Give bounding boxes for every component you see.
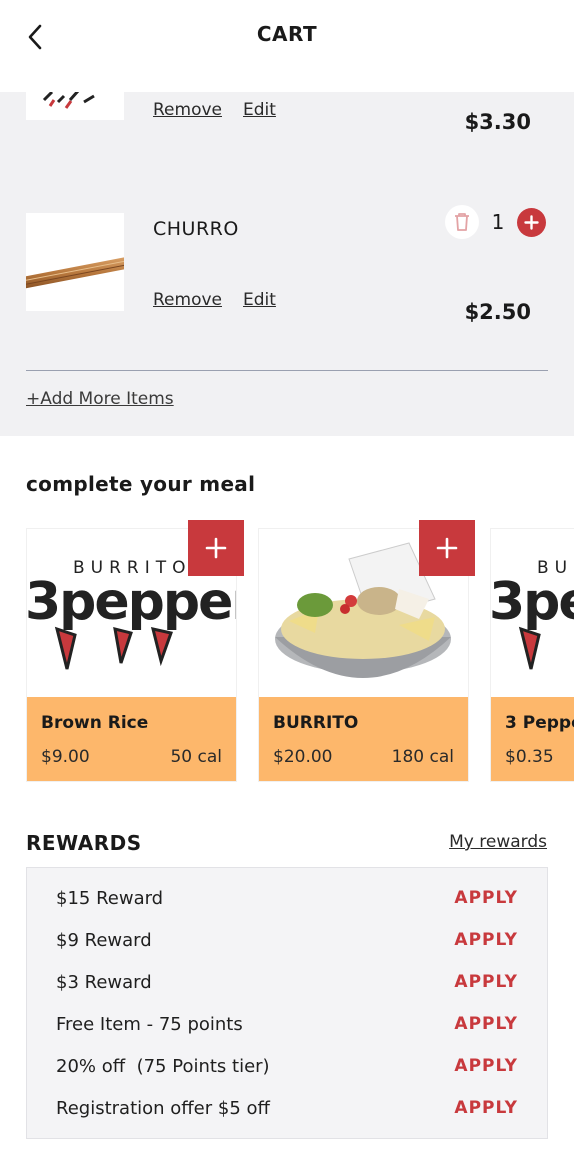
reward-row: Free Item - 75 points APPLY xyxy=(27,1004,547,1046)
apply-button[interactable]: APPLY xyxy=(454,1056,518,1076)
edit-link[interactable]: Edit xyxy=(243,100,276,120)
product-calories: 180 cal xyxy=(391,747,454,767)
item-image xyxy=(26,213,124,311)
product-calories: 50 cal xyxy=(170,747,222,767)
trash-icon xyxy=(455,213,469,231)
item-price: $3.30 xyxy=(464,110,531,134)
apply-button[interactable]: APPLY xyxy=(454,930,518,950)
apply-button[interactable]: APPLY xyxy=(454,888,518,908)
svg-text:3pepper: 3pepper xyxy=(491,572,574,632)
burrito-3pepper-logo: BURRITO 3pepper xyxy=(491,558,574,670)
apply-button[interactable]: APPLY xyxy=(454,972,518,992)
item-name: CHURRO xyxy=(153,218,239,240)
product-info: 3 Peppe $0.35 xyxy=(491,697,574,781)
rewards-list: $15 Reward APPLY $9 Reward APPLY $3 Rewa… xyxy=(26,867,548,1139)
reward-label: $9 Reward xyxy=(56,930,152,951)
remove-link[interactable]: Remove xyxy=(153,100,222,120)
reward-label: Registration offer $5 off xyxy=(56,1098,270,1119)
my-rewards-link[interactable]: My rewards xyxy=(449,832,547,852)
cart-item: Remove Edit $3.30 xyxy=(0,92,574,176)
item-image xyxy=(26,92,124,120)
app-header: CART xyxy=(0,0,574,92)
product-name: BURRITO xyxy=(273,713,359,733)
upsell-carousel[interactable]: BURRITO 3pepper Brown Rice $9.00 50 cal xyxy=(0,520,574,782)
item-price: $2.50 xyxy=(464,300,531,324)
quantity-stepper: 1 xyxy=(445,205,546,239)
delete-button[interactable] xyxy=(445,205,479,239)
remove-link[interactable]: Remove xyxy=(153,290,222,310)
add-to-cart-button[interactable] xyxy=(419,520,475,576)
svg-text:3pepper: 3pepper xyxy=(27,572,236,632)
edit-link[interactable]: Edit xyxy=(243,290,276,310)
product-name: 3 Peppe xyxy=(505,713,574,733)
apply-button[interactable]: APPLY xyxy=(454,1098,518,1118)
product-info: BURRITO $20.00 180 cal xyxy=(259,697,468,781)
quantity-value: 1 xyxy=(491,210,505,234)
add-to-cart-button[interactable] xyxy=(188,520,244,576)
reward-label: $3 Reward xyxy=(56,972,152,993)
reward-label: Free Item - 75 points xyxy=(56,1014,243,1035)
upsell-title: complete your meal xyxy=(26,472,256,496)
product-info: Brown Rice $9.00 50 cal xyxy=(27,697,236,781)
reward-row: $15 Reward APPLY xyxy=(27,878,547,920)
reward-row: $9 Reward APPLY xyxy=(27,920,547,962)
product-price: $20.00 xyxy=(273,747,333,767)
reward-label: 20% off (75 Points tier) xyxy=(56,1056,270,1077)
plus-icon xyxy=(205,537,227,559)
increase-quantity-button[interactable] xyxy=(517,207,546,237)
page-title: CART xyxy=(256,22,318,46)
divider xyxy=(26,370,548,371)
apply-button[interactable]: APPLY xyxy=(454,1014,518,1034)
reward-label: $15 Reward xyxy=(56,888,164,909)
rewards-title: REWARDS xyxy=(26,831,142,855)
reward-row: Registration offer $5 off APPLY xyxy=(27,1088,547,1130)
product-image: BURRITO 3pepper xyxy=(491,529,574,697)
product-price: $0.35 xyxy=(505,747,554,767)
cart-item: CHURRO 1 Remove Edit $2.50 xyxy=(0,192,574,352)
product-price: $9.00 xyxy=(41,747,90,767)
reward-row: $3 Reward APPLY xyxy=(27,962,547,1004)
add-more-items-link[interactable]: +Add More Items xyxy=(26,389,174,409)
product-name: Brown Rice xyxy=(41,713,149,733)
upsell-card[interactable]: BURRITO 3pepper 3 Peppe $0.35 xyxy=(490,528,574,782)
cart-list: Remove Edit $3.30 CHURRO 1 Remove Edit $… xyxy=(0,92,574,436)
plus-icon xyxy=(524,214,539,230)
plus-icon xyxy=(436,537,458,559)
reward-row: 20% off (75 Points tier) APPLY xyxy=(27,1046,547,1088)
